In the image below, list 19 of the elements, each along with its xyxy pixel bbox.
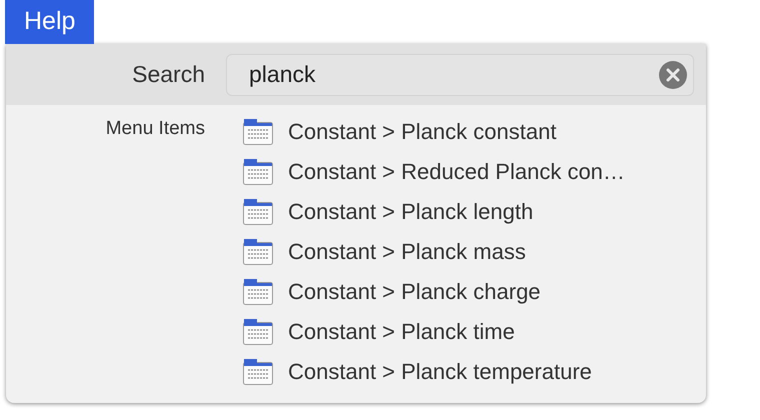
menu-item-result[interactable]: Constant > Planck temperature	[243, 352, 625, 392]
menu-item-result[interactable]: Constant > Planck length	[243, 192, 625, 232]
menu-item-result[interactable]: Constant > Planck charge	[243, 272, 625, 312]
window-icon	[243, 359, 273, 385]
clear-icon[interactable]	[659, 60, 687, 88]
window-icon	[243, 319, 273, 345]
window-icon	[243, 119, 273, 145]
window-icon	[243, 239, 273, 265]
menu-item-result[interactable]: Constant > Planck constant	[243, 112, 625, 152]
window-icon	[243, 279, 273, 305]
section-label: Menu Items	[104, 117, 205, 140]
menu-item-result[interactable]: Constant > Planck time	[243, 312, 625, 352]
menu-bar-item[interactable]: Help	[5, 0, 94, 44]
window-icon	[243, 199, 273, 225]
menu-item-result[interactable]: Constant > Planck mass	[243, 232, 625, 272]
search-field[interactable]: planck	[226, 54, 694, 96]
menu-item-result[interactable]: Constant > Reduced Planck con…	[243, 152, 625, 192]
window-icon	[243, 159, 273, 185]
search-label: Search	[131, 61, 205, 88]
